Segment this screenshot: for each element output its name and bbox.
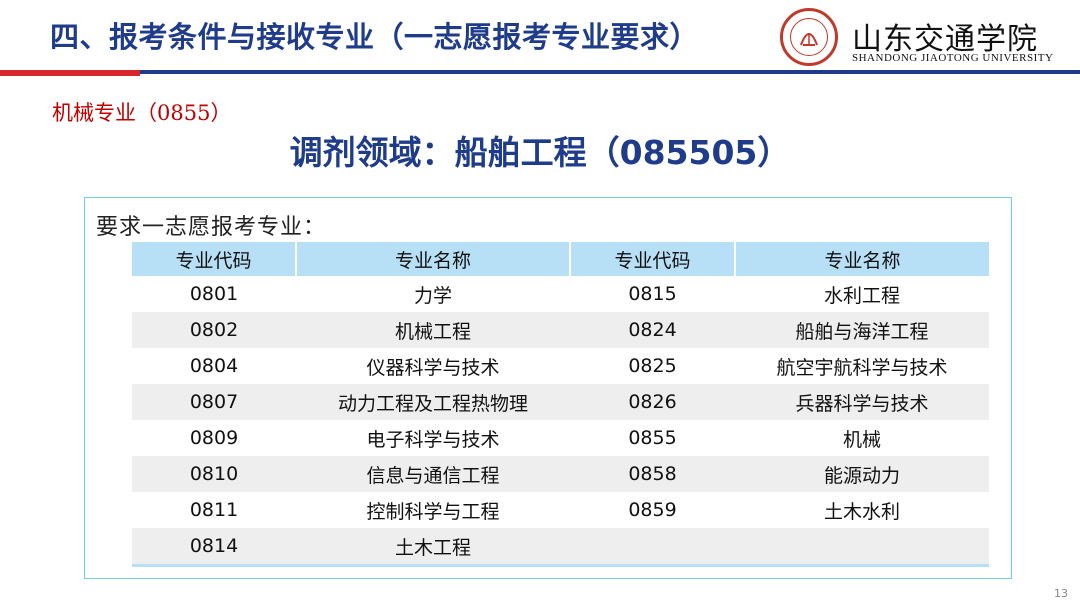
major-code: 0858 [570,456,735,492]
major-code: 0824 [570,312,735,348]
major-code: 0855 [628,427,677,449]
header-code: 专业代码 [132,242,297,276]
major-code [570,528,735,567]
major-code: 0810 [132,456,296,492]
major-name: 机械工程 [296,312,570,348]
major-name: 船舶与海洋工程 [735,312,989,348]
table-row: 0811 控制科学与工程 0859 土木水利 [132,492,989,528]
table-row: 0810 信息与通信工程 0858 能源动力 [132,456,989,492]
major-name: 航空宇航科学与技术 [776,356,948,379]
major-code: 0826 [570,384,735,420]
major-code: 0811 [189,499,239,521]
header-accent-bar [0,70,140,76]
table-row: 0804 仪器科学与技术 0825 航空宇航科学与技术 [132,348,989,384]
major-name: 动力工程及工程热物理 [296,384,570,420]
major-name: 能源动力 [735,456,989,492]
major-code: 0807 [132,384,296,420]
major-name: 力学 [413,284,452,307]
major-name: 电子科学与技术 [366,428,500,451]
major-label: 机械专业（0855） [52,101,232,125]
table-header-row: 专业代码 专业名称 专业代码 专业名称 [132,242,989,276]
table-row: 0814 土木工程 [132,528,989,567]
university-name-en: SHANDONG JIAOTONG UNIVERSITY [852,52,1054,64]
major-name: 控制科学与工程 [366,500,500,523]
major-name: 兵器科学与技术 [735,384,989,420]
requirement-label: 要求一志愿报考专业： [96,215,327,240]
major-code: 0814 [132,528,296,567]
table-row: 0802 机械工程 0824 船舶与海洋工程 [132,312,989,348]
header-code: 专业代码 [570,242,736,276]
table-row: 0809 电子科学与技术 0855 机械 [132,420,989,456]
header-name: 专业名称 [296,242,571,276]
table-row: 0807 动力工程及工程热物理 0826 兵器科学与技术 [132,384,989,420]
major-code: 0815 [628,283,677,305]
major-name: 机械 [842,428,881,451]
major-name: 仪器科学与技术 [366,356,500,379]
major-code: 0801 [189,283,239,305]
table-row: 0801 力学 0815 水利工程 [132,276,989,312]
major-name [735,528,989,567]
major-code: 0802 [132,312,296,348]
major-name: 水利工程 [823,284,900,307]
major-name: 土木水利 [823,500,900,523]
major-name: 土木工程 [296,528,570,567]
header-name: 专业名称 [735,242,989,276]
header-divider [0,70,1080,74]
major-code: 0804 [189,355,239,377]
adjustment-field-title: 调剂领域：船舶工程（085505） [289,133,791,172]
page-number: 13 [1054,587,1068,600]
major-name: 信息与通信工程 [296,456,570,492]
major-code: 0859 [628,499,677,521]
major-table: 专业代码 专业名称 专业代码 专业名称 0801 力学 0815 水利工程 08… [132,242,989,567]
slide-title: 四、报考条件与接收专业（一志愿报考专业要求） [50,20,700,54]
major-code: 0809 [189,427,239,449]
university-seal-icon [780,8,838,66]
major-code: 0825 [628,355,677,377]
